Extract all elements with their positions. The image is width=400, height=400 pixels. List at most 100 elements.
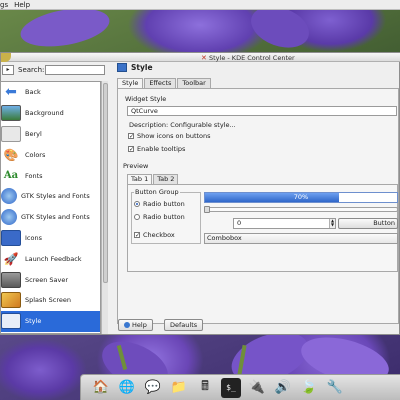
menubar: gs Help <box>0 0 400 10</box>
show-icons-checkbox[interactable]: ✓ <box>128 133 134 140</box>
progress-label: 70% <box>293 193 309 201</box>
tools-icon[interactable]: 🔧 <box>325 378 345 398</box>
radio-button-checked[interactable] <box>134 201 140 207</box>
clear-search-icon[interactable]: ▸ <box>2 65 14 75</box>
preview-slider[interactable] <box>204 206 398 213</box>
sidebar-item-gtk-styles[interactable]: GTK Styles and Fonts <box>1 186 100 207</box>
sidebar-item-label: GTK Styles and Fonts <box>21 213 90 222</box>
terminal-icon[interactable]: $_ <box>221 377 241 398</box>
sidebar-item-launch-feedback[interactable]: 🚀 Launch Feedback <box>1 248 100 269</box>
plug-icon[interactable]: 🔌 <box>247 378 267 398</box>
enable-tooltips-checkbox[interactable]: ✓ <box>128 146 134 153</box>
sidebar-item-label: Beryl <box>25 129 42 138</box>
widget-style-combobox[interactable]: QtCurve <box>127 106 397 116</box>
kde-style-icon: ✕ <box>201 54 207 62</box>
scrollbar-thumb[interactable] <box>103 83 108 283</box>
radio-option-1[interactable]: Radio button <box>134 200 185 208</box>
sidebar-item-label: GTK Styles and Fonts <box>21 192 90 201</box>
beryl-icon <box>1 125 21 142</box>
slider-handle[interactable] <box>204 206 210 213</box>
help-button[interactable]: Help <box>118 319 153 331</box>
defaults-button-label: Defaults <box>170 321 198 329</box>
sidebar-item-icons[interactable]: Icons <box>1 228 100 249</box>
button-group-title: Button Group <box>134 188 180 196</box>
help-icon <box>124 322 130 328</box>
home-icon[interactable]: 🏠 <box>91 378 111 398</box>
radio-label: Radio button <box>143 213 185 221</box>
taskbar: 🏠 🌐 💬 📁 🖩 $_ 🔌 🔊 🍃 🔧 <box>80 374 400 400</box>
search-input[interactable] <box>45 65 105 75</box>
style-icon <box>1 313 21 330</box>
splash-icon <box>1 292 21 309</box>
palette-icon: 🎨 <box>3 147 19 162</box>
preview-progress-bar: 70% <box>204 192 398 203</box>
chat-icon[interactable]: 💬 <box>143 378 163 398</box>
network-icon[interactable]: 🌐 <box>117 378 137 398</box>
tab-effects[interactable]: Effects <box>144 78 177 88</box>
preview-button[interactable]: Button <box>338 218 398 229</box>
show-icons-label: Show icons on buttons <box>137 132 211 140</box>
sidebar-item-screen-saver[interactable]: Screen Saver <box>1 269 100 290</box>
screen-saver-icon <box>1 271 21 288</box>
launch-feedback-icon: 🚀 <box>3 251 19 266</box>
sidebar-item-colors[interactable]: 🎨 Colors <box>1 144 100 165</box>
sidebar-item-label: Style <box>25 317 42 326</box>
calculator-icon[interactable]: 🖩 <box>195 378 215 398</box>
preview-spinbox[interactable]: 0 ▲ ▼ <box>233 218 336 229</box>
search-label: Search: <box>18 66 45 74</box>
sidebar-item-fonts[interactable]: Aa Fonts <box>1 165 100 186</box>
menu-item-help[interactable]: Help <box>14 1 30 9</box>
search-row: ▸ Search: <box>0 64 108 76</box>
menu-item-settings[interactable]: gs <box>0 1 8 9</box>
preview-checkbox-label: Checkbox <box>143 231 175 239</box>
speaker-icon[interactable]: 🔊 <box>273 378 293 398</box>
module-title: Style <box>131 63 153 72</box>
gtk-icon <box>1 209 17 226</box>
preview-checkbox-option[interactable]: ✓ Checkbox <box>134 231 175 239</box>
leaf-icon[interactable]: 🍃 <box>299 378 319 398</box>
spinbox-value: 0 <box>237 219 242 227</box>
sidebar-item-beryl[interactable]: Beryl <box>1 124 100 145</box>
sidebar-item-gtk-styles[interactable]: GTK Styles and Fonts <box>1 207 100 228</box>
defaults-button[interactable]: Defaults <box>164 319 204 331</box>
window-menu-button[interactable] <box>1 53 11 62</box>
sidebar-item-label: Screen Saver <box>25 275 69 284</box>
enable-tooltips-option[interactable]: ✓ Enable tooltips <box>128 145 185 153</box>
font-icon: Aa <box>3 170 19 182</box>
module-list-scrollbar[interactable] <box>101 81 108 334</box>
style-description: Description: Configurable style... <box>129 121 236 129</box>
tab-style[interactable]: Style <box>117 78 144 88</box>
style-tabs: Style Effects Toolbar <box>117 78 212 88</box>
preview-checkbox[interactable]: ✓ <box>134 232 140 239</box>
sidebar-item-background[interactable]: Background <box>1 103 100 124</box>
module-header: Style <box>117 63 153 72</box>
icons-icon <box>1 229 21 246</box>
preview-combobox[interactable]: Combobox <box>204 233 398 244</box>
sidebar-item-label: Colors <box>25 150 46 159</box>
radio-button-unchecked[interactable] <box>134 214 140 220</box>
preview-title: Preview <box>123 162 149 170</box>
preview-tabs: Tab 1 Tab 2 <box>127 174 179 184</box>
sidebar-item-style[interactable]: Style <box>1 310 100 332</box>
enable-tooltips-label: Enable tooltips <box>137 145 186 153</box>
preview-tab-2[interactable]: Tab 2 <box>153 174 179 184</box>
sidebar-item-back[interactable]: ⬅ Back <box>1 82 100 103</box>
help-button-label: Help <box>132 321 147 329</box>
tab-toolbar[interactable]: Toolbar <box>177 78 211 88</box>
widget-style-group-title: Widget Style <box>125 95 167 103</box>
style-icon <box>117 63 127 72</box>
sidebar-item-splash-screen[interactable]: Splash Screen <box>1 290 100 311</box>
sidebar-item-label: Icons <box>25 233 42 242</box>
radio-option-2[interactable]: Radio button <box>134 213 185 221</box>
sidebar-item-label: Back <box>25 88 41 97</box>
module-list: ⬅ Back Background Beryl 🎨 Colors Aa Font… <box>0 81 101 334</box>
window-title: Style - KDE Control Center <box>209 54 295 62</box>
folder-icon[interactable]: 📁 <box>169 378 189 398</box>
show-icons-option[interactable]: ✓ Show icons on buttons <box>128 132 211 140</box>
window-titlebar[interactable]: ✕ Style - KDE Control Center <box>1 53 400 62</box>
sidebar-item-label: Launch Feedback <box>25 254 82 263</box>
spinbox-arrows-icon[interactable]: ▲ ▼ <box>329 219 335 228</box>
gtk-icon <box>1 188 17 205</box>
sidebar-item-label: Fonts <box>25 171 43 180</box>
preview-tab-1[interactable]: Tab 1 <box>127 174 153 184</box>
